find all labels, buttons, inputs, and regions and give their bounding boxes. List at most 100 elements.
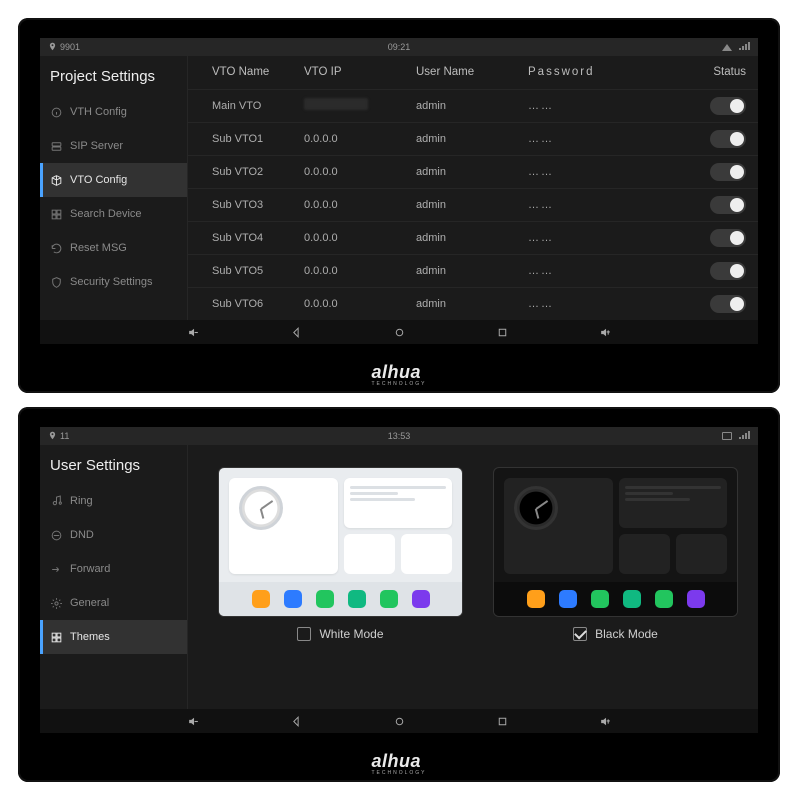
vol-up-icon[interactable] bbox=[599, 715, 612, 728]
status-left-id: 11 bbox=[60, 431, 69, 441]
vol-down-icon[interactable] bbox=[187, 326, 200, 339]
cell-password: …… bbox=[528, 133, 648, 145]
brand-logo: alhuaTECHNOLOGY bbox=[371, 362, 426, 387]
cell-vto-name: Sub VTO1 bbox=[212, 133, 304, 145]
screen: 11 13:53 User Settings Ring DND bbox=[40, 427, 758, 733]
shield-icon bbox=[50, 276, 63, 289]
themes-icon bbox=[50, 631, 63, 644]
theme-label: Black Mode bbox=[595, 627, 658, 641]
col-vto-ip: VTO IP bbox=[304, 66, 416, 78]
theme-option-white[interactable]: White Mode bbox=[218, 467, 463, 709]
cell-vto-ip: 0.0.0.0 bbox=[304, 298, 416, 310]
cell-vto-ip: 0.0.0.0 bbox=[304, 133, 416, 145]
table-header: VTO Name VTO IP User Name Password Statu… bbox=[188, 56, 758, 89]
table-row[interactable]: Sub VTO20.0.0.0admin…… bbox=[188, 155, 758, 188]
warning-icon bbox=[722, 44, 732, 51]
gear-icon bbox=[50, 597, 63, 610]
tablet-device: 11 13:53 User Settings Ring DND bbox=[18, 407, 780, 782]
status-time: 09:21 bbox=[388, 42, 411, 52]
sidebar-item-label: VTH Config bbox=[70, 106, 127, 118]
themes-panel: White Mode bbox=[188, 445, 758, 709]
vol-down-icon[interactable] bbox=[187, 715, 200, 728]
theme-label: White Mode bbox=[319, 627, 383, 641]
cell-vto-name: Sub VTO6 bbox=[212, 298, 304, 310]
location-pin-icon bbox=[48, 42, 57, 53]
table-row[interactable]: Sub VTO30.0.0.0admin…… bbox=[188, 188, 758, 221]
dock bbox=[494, 582, 737, 616]
cell-user-name: admin bbox=[416, 133, 528, 145]
recent-icon[interactable] bbox=[496, 326, 509, 339]
sidebar-item-label: General bbox=[70, 597, 109, 609]
location-pin-icon bbox=[48, 431, 57, 442]
cell-user-name: admin bbox=[416, 298, 528, 310]
cell-vto-ip: 0.0.0.0 bbox=[304, 265, 416, 277]
sidebar: User Settings Ring DND Forward General bbox=[40, 445, 188, 709]
table-row[interactable]: Sub VTO60.0.0.0admin…… bbox=[188, 287, 758, 320]
vol-up-icon[interactable] bbox=[599, 326, 612, 339]
cell-vto-ip: 0.0.0.0 bbox=[304, 232, 416, 244]
checkbox-black-mode[interactable] bbox=[573, 627, 587, 641]
status-toggle[interactable] bbox=[710, 163, 746, 181]
sidebar-item-label: SIP Server bbox=[70, 140, 123, 152]
sidebar-item-general[interactable]: General bbox=[40, 586, 187, 620]
col-user-name: User Name bbox=[416, 66, 528, 78]
back-icon[interactable] bbox=[290, 715, 303, 728]
table-row[interactable]: Main VTOadmin…… bbox=[188, 89, 758, 122]
server-icon bbox=[50, 140, 63, 153]
cell-password: …… bbox=[528, 298, 648, 310]
cell-user-name: admin bbox=[416, 232, 528, 244]
recent-icon[interactable] bbox=[496, 715, 509, 728]
sidebar-item-reset-msg[interactable]: Reset MSG bbox=[40, 231, 187, 265]
cell-password: …… bbox=[528, 232, 648, 244]
cell-user-name: admin bbox=[416, 265, 528, 277]
dnd-icon bbox=[50, 529, 63, 542]
status-toggle[interactable] bbox=[710, 196, 746, 214]
status-time: 13:53 bbox=[388, 431, 411, 441]
sidebar-item-dnd[interactable]: DND bbox=[40, 518, 187, 552]
status-toggle[interactable] bbox=[710, 97, 746, 115]
android-navbar bbox=[40, 320, 758, 344]
home-icon[interactable] bbox=[393, 715, 406, 728]
sidebar-item-vth-config[interactable]: VTH Config bbox=[40, 95, 187, 129]
table-row[interactable]: Sub VTO10.0.0.0admin…… bbox=[188, 122, 758, 155]
sidebar-title: User Settings bbox=[40, 445, 187, 484]
status-toggle[interactable] bbox=[710, 262, 746, 280]
sidebar-item-label: Search Device bbox=[70, 208, 142, 220]
cell-vto-ip: 0.0.0.0 bbox=[304, 166, 416, 178]
music-note-icon bbox=[50, 495, 63, 508]
checkbox-white-mode[interactable] bbox=[297, 627, 311, 641]
cell-vto-ip bbox=[304, 98, 416, 113]
table-row[interactable]: Sub VTO40.0.0.0admin…… bbox=[188, 221, 758, 254]
home-icon[interactable] bbox=[393, 326, 406, 339]
signal-icon bbox=[738, 431, 750, 442]
sd-icon bbox=[722, 432, 732, 440]
sidebar-item-themes[interactable]: Themes bbox=[40, 620, 187, 654]
screen: 9901 09:21 Project Settings VTH Config bbox=[40, 38, 758, 344]
sidebar-item-ring[interactable]: Ring bbox=[40, 484, 187, 518]
sidebar-item-label: Forward bbox=[70, 563, 110, 575]
status-toggle[interactable] bbox=[710, 295, 746, 313]
forward-icon bbox=[50, 563, 63, 576]
sidebar-item-vto-config[interactable]: VTO Config bbox=[40, 163, 187, 197]
sidebar-item-forward[interactable]: Forward bbox=[40, 552, 187, 586]
cell-vto-name: Sub VTO4 bbox=[212, 232, 304, 244]
signal-icon bbox=[738, 42, 750, 53]
table-row[interactable]: Sub VTO50.0.0.0admin…… bbox=[188, 254, 758, 287]
theme-option-black[interactable]: Black Mode bbox=[493, 467, 738, 709]
sidebar: Project Settings VTH Config SIP Server V… bbox=[40, 56, 188, 320]
status-toggle[interactable] bbox=[710, 229, 746, 247]
cell-password: …… bbox=[528, 166, 648, 178]
cell-vto-name: Sub VTO5 bbox=[212, 265, 304, 277]
sidebar-item-sip-server[interactable]: SIP Server bbox=[40, 129, 187, 163]
sidebar-item-search-device[interactable]: Search Device bbox=[40, 197, 187, 231]
back-icon[interactable] bbox=[290, 326, 303, 339]
status-left-id: 9901 bbox=[60, 42, 80, 52]
grid-icon bbox=[50, 208, 63, 221]
col-status: Status bbox=[648, 66, 746, 78]
sidebar-item-label: Security Settings bbox=[70, 276, 153, 288]
status-toggle[interactable] bbox=[710, 130, 746, 148]
sidebar-item-security-settings[interactable]: Security Settings bbox=[40, 265, 187, 299]
cell-vto-name: Sub VTO2 bbox=[212, 166, 304, 178]
sidebar-item-label: Themes bbox=[70, 631, 110, 643]
android-navbar bbox=[40, 709, 758, 733]
